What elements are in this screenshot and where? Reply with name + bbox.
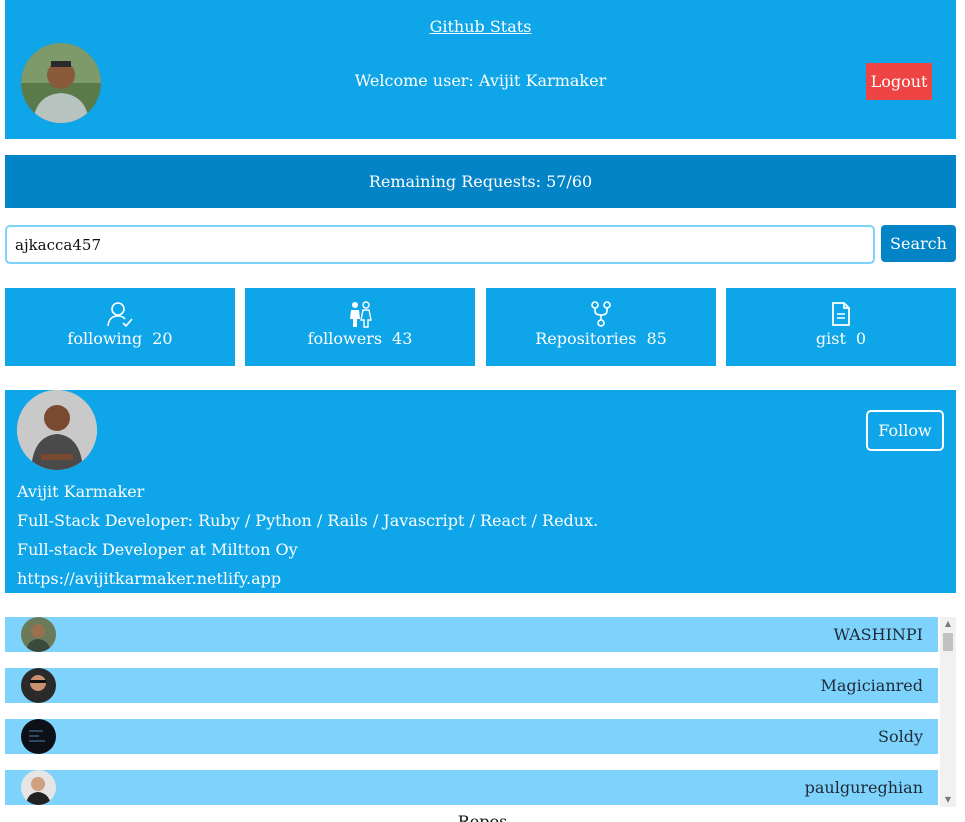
list-item[interactable]: paulgureghian	[5, 770, 938, 805]
list-item-name: Soldy	[878, 727, 923, 746]
profile-company: Full-stack Developer at Miltton Oy	[17, 540, 298, 559]
scroll-up-icon[interactable]: ▲	[940, 617, 956, 631]
repos-heading: Repos	[457, 812, 508, 822]
profile-name: Avijit Karmaker	[17, 482, 145, 501]
scroll-down-icon[interactable]: ▼	[940, 793, 956, 807]
stat-followers[interactable]: followers 43	[245, 288, 475, 366]
stat-label: Repositories	[535, 329, 637, 348]
header: Github Stats Welcome user: Avijit Karmak…	[5, 0, 956, 139]
stat-repositories[interactable]: Repositories 85	[486, 288, 716, 366]
git-fork-icon	[591, 301, 611, 327]
profile-bio: Full-Stack Developer: Ruby / Python / Ra…	[17, 511, 599, 530]
stat-count: 20	[152, 329, 173, 348]
welcome-text: Welcome user: Avijit Karmaker	[354, 71, 607, 90]
app-title-link[interactable]: Github Stats	[5, 17, 956, 36]
remaining-requests-bar: Remaining Requests: 57/60	[5, 155, 956, 208]
profile-card: Follow Avijit Karmaker Full-Stack Develo…	[5, 390, 956, 593]
stat-label: followers	[307, 329, 383, 348]
list-item-name: Magicianred	[820, 676, 923, 695]
list-item[interactable]: WASHINPI	[5, 617, 938, 652]
avatar	[21, 770, 56, 805]
search-input[interactable]	[5, 225, 875, 264]
list-item[interactable]: Magicianred	[5, 668, 938, 703]
stat-label: gist	[815, 329, 846, 348]
people-icon	[350, 301, 372, 328]
profile-avatar	[17, 390, 97, 470]
stat-count: 85	[646, 329, 667, 348]
list-item[interactable]: Soldy	[5, 719, 938, 754]
logout-button[interactable]: Logout	[866, 63, 932, 100]
stat-count: 43	[392, 329, 413, 348]
stat-count: 0	[855, 329, 867, 348]
list-item-name: paulgureghian	[804, 778, 923, 797]
stat-label: following	[67, 329, 143, 348]
avatar	[21, 719, 56, 754]
list-item-name: WASHINPI	[833, 625, 923, 644]
stat-following[interactable]: following 20	[5, 288, 235, 366]
list-scrollbar[interactable]: ▲ ▼	[940, 617, 956, 807]
followers-list: WASHINPI Magicianred Soldy paulgureghian…	[5, 617, 956, 807]
search-button[interactable]: Search	[881, 225, 956, 262]
stat-gist[interactable]: gist 0	[726, 288, 956, 366]
file-icon	[832, 302, 850, 326]
avatar	[21, 617, 56, 652]
avatar	[21, 668, 56, 703]
user-check-icon	[107, 302, 133, 328]
follow-button[interactable]: Follow	[866, 410, 944, 451]
scroll-thumb[interactable]	[943, 633, 953, 651]
profile-blog-link[interactable]: https://avijitkarmaker.netlify.app	[17, 569, 281, 588]
